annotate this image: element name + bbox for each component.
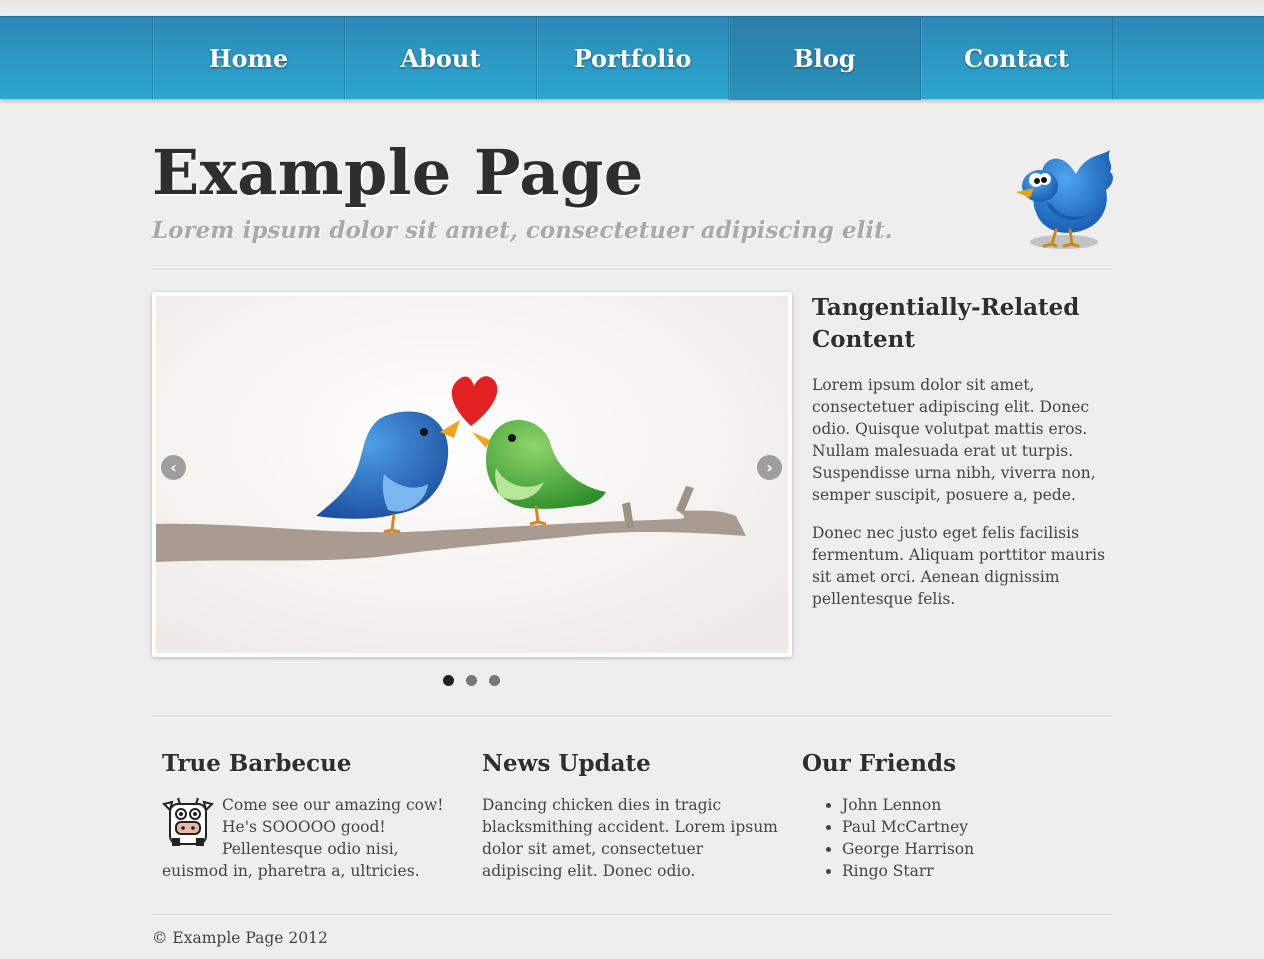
nav-item-portfolio[interactable]: Portfolio <box>537 17 729 100</box>
slider-next-button[interactable]: › <box>757 455 782 480</box>
widget-friends: Our Friends John Lennon Paul McCartney G… <box>802 748 1102 882</box>
widget-heading: News Update <box>482 750 651 777</box>
widget-heading: Our Friends <box>802 750 957 777</box>
page-tagline: Lorem ipsum dolor sit amet, consectetuer… <box>152 217 893 244</box>
widget-text: Dancing chicken dies in tragic blacksmit… <box>482 796 778 880</box>
nav-item-about[interactable]: About <box>345 17 537 100</box>
widget-news: News Update Dancing chicken dies in trag… <box>482 748 782 882</box>
main-navigation: Home About Portfolio Blog Contact <box>0 16 1264 100</box>
nav-top-strip <box>0 0 1264 16</box>
page-title: Example Page <box>152 136 644 209</box>
widget-barbecue: True Barbecue Come see our amazing cow! … <box>162 748 462 882</box>
sidebar-content: Tangentially-Related Content Lorem ipsum… <box>812 292 1112 626</box>
slider-dot[interactable] <box>443 675 454 686</box>
nav-item-label: Contact <box>964 44 1069 73</box>
nav-item-label: About <box>400 44 481 73</box>
slider-prev-button[interactable]: ‹ <box>161 455 186 480</box>
slider-dot[interactable] <box>489 675 500 686</box>
image-slider: ‹ › <box>152 292 792 657</box>
sidebar-paragraph: Lorem ipsum dolor sit amet, consectetuer… <box>812 376 1096 504</box>
list-item: Paul McCartney <box>842 816 1102 838</box>
site-header: Home About Portfolio Blog Contact <box>0 0 1264 100</box>
nav-item-label: Home <box>208 44 289 73</box>
nav-item-label: Portfolio <box>573 44 692 73</box>
nav-item-blog[interactable]: Blog <box>729 17 921 100</box>
content-divider <box>152 716 1112 718</box>
nav-list: Home About Portfolio Blog Contact <box>152 17 1113 100</box>
nav-item-home[interactable]: Home <box>153 17 345 100</box>
list-item: John Lennon <box>842 794 1102 816</box>
love-birds-illustration <box>156 296 788 653</box>
slider-pagination <box>443 675 500 686</box>
sidebar-heading: Tangentially-Related Content <box>812 294 1080 353</box>
footer-divider <box>152 914 1112 916</box>
widget-heading: True Barbecue <box>162 750 352 777</box>
friends-list: John Lennon Paul McCartney George Harris… <box>802 794 1102 882</box>
twitter-bird-icon <box>1016 150 1113 249</box>
list-item: Ringo Starr <box>842 860 1102 882</box>
slider-dot[interactable] <box>466 675 477 686</box>
header-divider <box>152 269 1112 271</box>
cow-icon <box>162 797 214 846</box>
footer-copyright: © Example Page 2012 <box>152 929 328 947</box>
nav-item-label: Blog <box>793 44 856 73</box>
sidebar-paragraph: Donec nec justo eget felis facilisis fer… <box>812 524 1106 608</box>
list-item: George Harrison <box>842 838 1102 860</box>
nav-item-contact[interactable]: Contact <box>921 17 1113 100</box>
